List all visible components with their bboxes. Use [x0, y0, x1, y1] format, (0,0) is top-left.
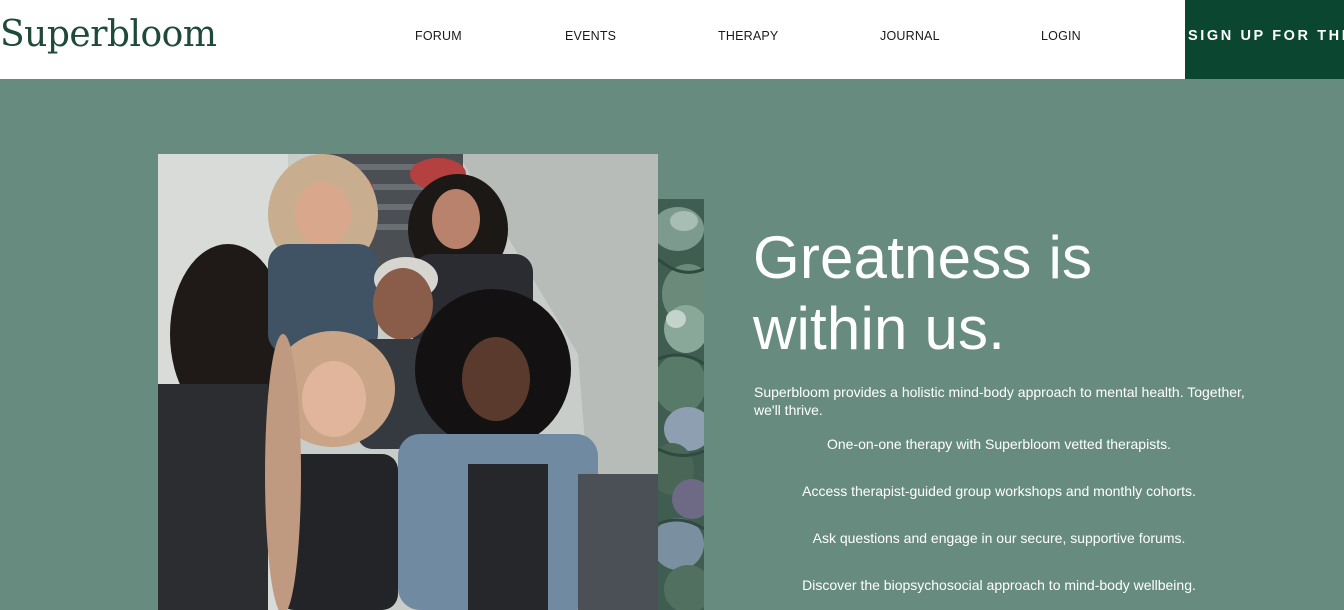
nav-login[interactable]: LOGIN: [1041, 29, 1081, 43]
group-photo: [158, 154, 658, 610]
feature-item: Access therapist-guided group workshops …: [802, 483, 1196, 499]
nav-journal[interactable]: JOURNAL: [880, 29, 940, 43]
signup-for-therapy-button[interactable]: SIGN UP FOR THERAPY: [1185, 0, 1344, 79]
superbloom-logo[interactable]: Superbloom: [0, 14, 217, 55]
headline-line-2: within us.: [753, 295, 1006, 362]
succulent-image: [658, 199, 704, 610]
headline-line-1: Greatness is: [753, 224, 1093, 291]
feature-item: Discover the biopsychosocial approach to…: [802, 577, 1196, 593]
nav-forum[interactable]: FORUM: [415, 29, 462, 43]
hero-headline: Greatness is within us.: [753, 222, 1313, 364]
hero-intro-text: Superbloom provides a holistic mind-body…: [754, 384, 1245, 418]
feature-item: One-on-one therapy with Superbloom vette…: [827, 436, 1171, 452]
nav-events[interactable]: EVENTS: [565, 29, 616, 43]
site-header: Superbloom FORUM EVENTS THERAPY JOURNAL …: [0, 0, 1344, 79]
signup-button-label: SIGN UP FOR THERAPY: [1188, 28, 1344, 44]
nav-therapy[interactable]: THERAPY: [718, 29, 778, 43]
feature-item: Ask questions and engage in our secure, …: [812, 530, 1186, 546]
